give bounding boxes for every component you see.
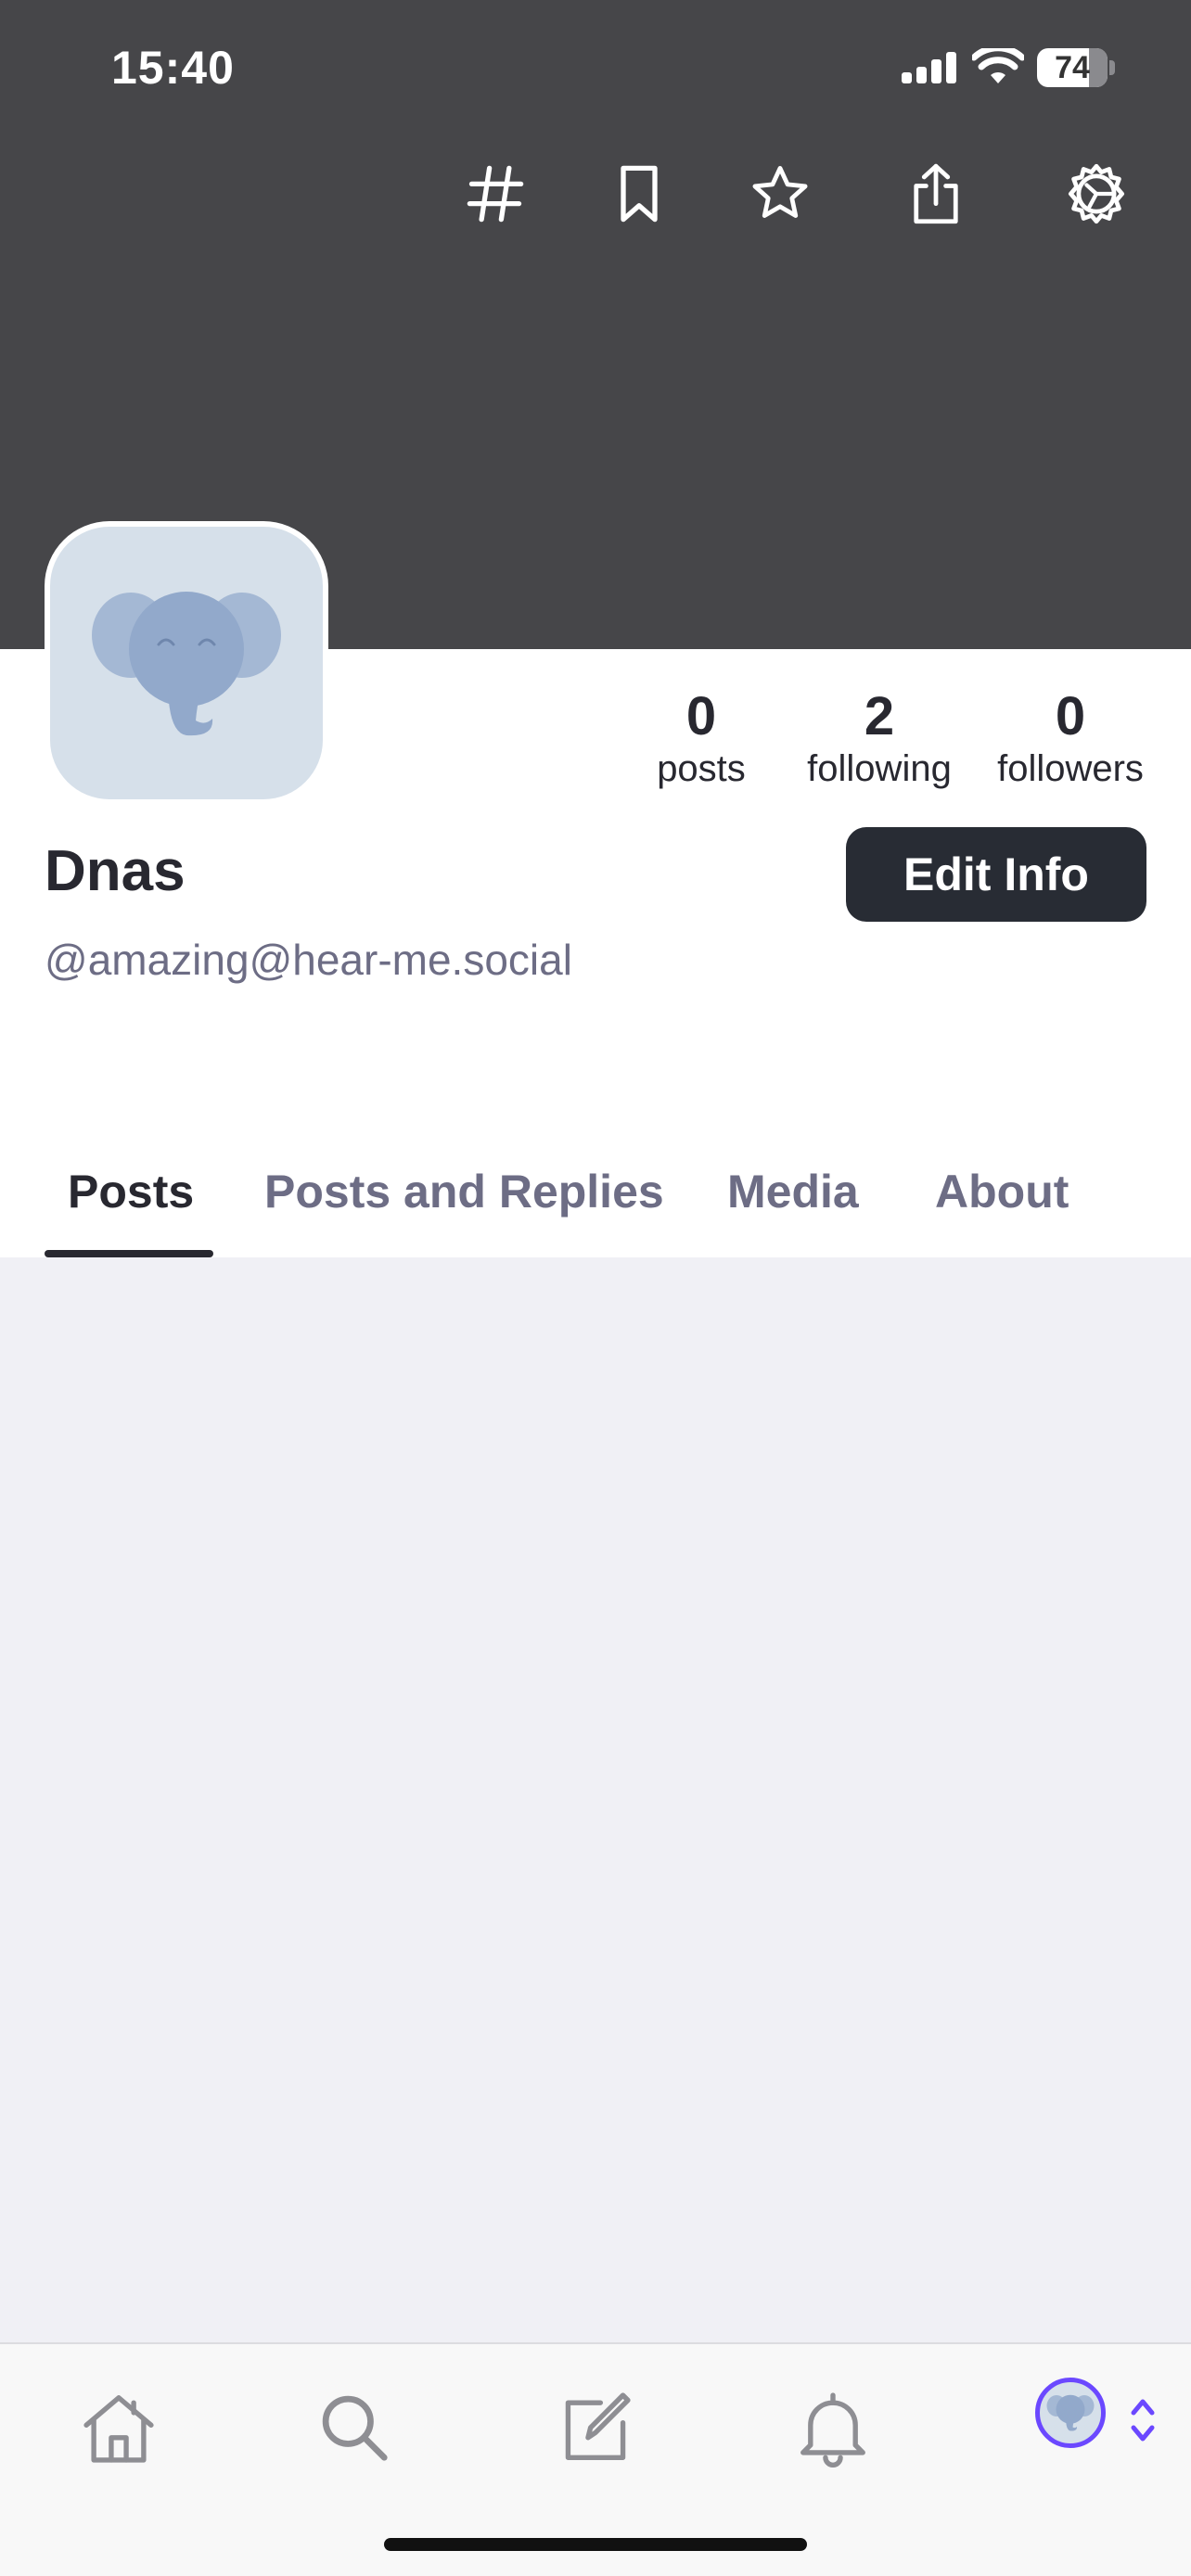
account-avatar[interactable] <box>1035 2378 1106 2448</box>
account-handle: @amazing@hear-me.social <box>45 936 572 984</box>
status-time: 15:40 <box>111 42 235 94</box>
edit-info-button[interactable]: Edit Info <box>846 827 1146 922</box>
followers-count-value: 0 <box>1055 686 1086 746</box>
tab-home[interactable] <box>72 2381 165 2474</box>
following-count-value: 2 <box>864 686 895 746</box>
home-indicator[interactable] <box>384 2538 807 2551</box>
followers-count-label: followers <box>997 748 1144 789</box>
elephant-avatar-icon <box>1046 2394 1095 2431</box>
tab-posts-and-replies[interactable]: Posts and Replies <box>264 1165 664 1218</box>
display-name: Dnas <box>45 839 186 903</box>
share-button[interactable] <box>894 152 978 236</box>
following-count-label: following <box>807 748 952 789</box>
wifi-icon <box>972 48 1024 83</box>
share-icon <box>914 163 958 224</box>
search-icon <box>322 2395 388 2461</box>
bookmarks-button[interactable] <box>597 152 681 236</box>
battery-icon: 74 <box>1037 48 1115 87</box>
tab-compose[interactable] <box>549 2381 642 2474</box>
settings-button[interactable] <box>1055 152 1138 236</box>
posts-count-label: posts <box>657 748 746 789</box>
battery-level: 74 <box>1055 50 1090 85</box>
home-icon <box>83 2395 154 2463</box>
settings-icon <box>1068 163 1125 224</box>
hashtag-icon <box>467 165 524 223</box>
posts-count[interactable]: 0 posts <box>646 686 757 790</box>
cellular-signal-icon <box>902 52 957 83</box>
bell-icon <box>800 2392 865 2468</box>
profile-avatar[interactable] <box>45 521 328 805</box>
account-switcher-chevron-icon[interactable] <box>1126 2392 1159 2448</box>
tab-notifications[interactable] <box>787 2381 879 2474</box>
tab-search[interactable] <box>308 2381 401 2474</box>
elephant-avatar-icon <box>92 592 281 736</box>
followers-count[interactable]: 0 followers <box>989 686 1152 790</box>
star-icon <box>752 165 808 218</box>
posts-list <box>0 1257 1191 2342</box>
bookmark-icon <box>621 165 658 223</box>
favourites-button[interactable] <box>738 152 822 236</box>
profile-tabs: Posts Posts and Replies Media About <box>0 1131 1191 1257</box>
following-count[interactable]: 2 following <box>800 686 959 790</box>
tab-posts[interactable]: Posts <box>68 1165 194 1218</box>
compose-icon <box>565 2392 631 2460</box>
tab-about[interactable]: About <box>935 1165 1069 1218</box>
tab-media[interactable]: Media <box>727 1165 859 1218</box>
active-tab-indicator <box>45 1250 213 1257</box>
posts-count-value: 0 <box>685 686 717 746</box>
hashtag-button[interactable] <box>454 152 537 236</box>
